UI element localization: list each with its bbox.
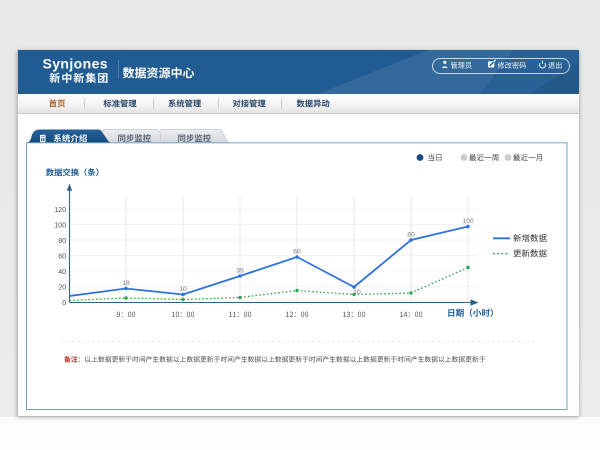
svg-text:0: 0	[62, 298, 66, 307]
svg-text:40: 40	[58, 267, 66, 276]
svg-text:10: 10	[179, 286, 187, 293]
svg-text:18: 18	[122, 280, 130, 287]
svg-text:10: 10	[353, 289, 361, 296]
svg-text:Synjones: Synjones	[43, 56, 108, 72]
svg-text:120: 120	[54, 205, 66, 214]
svg-text:35: 35	[236, 268, 244, 275]
svg-text:80: 80	[407, 232, 415, 239]
svg-text:20: 20	[58, 282, 66, 291]
svg-text:80: 80	[58, 236, 66, 245]
svg-text:60: 60	[58, 251, 66, 260]
svg-text:60: 60	[293, 249, 301, 256]
svg-text:100: 100	[54, 220, 66, 229]
svg-text:100: 100	[462, 218, 474, 225]
